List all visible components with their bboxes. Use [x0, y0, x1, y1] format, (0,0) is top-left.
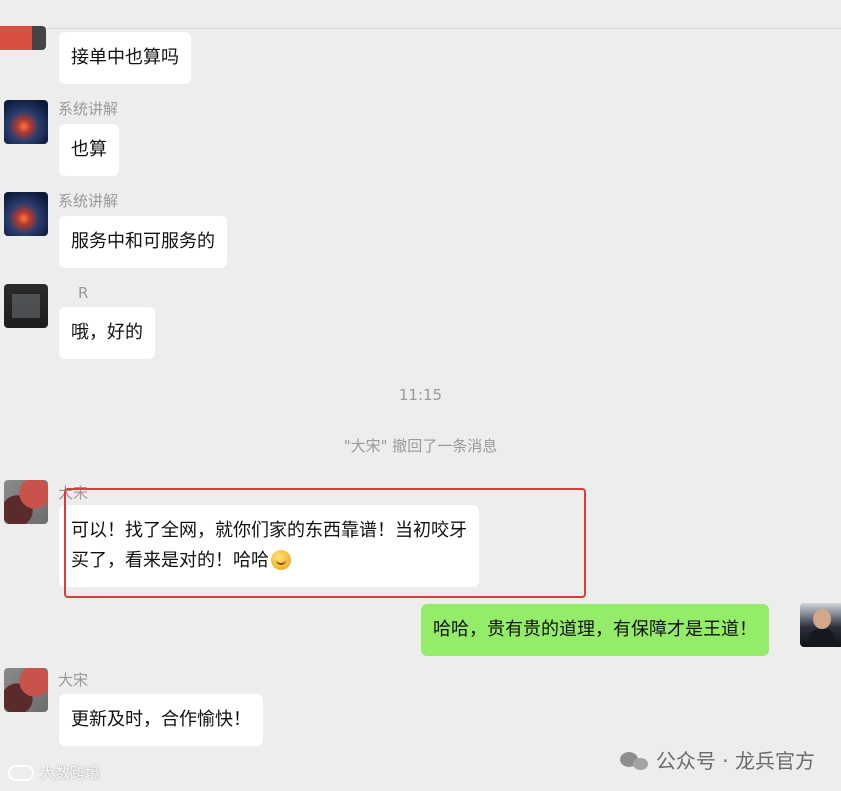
message-bubble[interactable]: 接单中也算吗: [59, 32, 191, 84]
sender-name: R: [78, 284, 89, 302]
avatar[interactable]: [800, 603, 841, 647]
sender-name: 系统讲解: [58, 100, 119, 118]
avatar[interactable]: [4, 100, 48, 144]
message-bubble[interactable]: 可以！找了全网，就你们家的东西靠谱！当初咬牙 买了，看来是对的！哈哈: [59, 505, 479, 587]
message-text: 也算: [71, 139, 107, 160]
grinning-emoji-icon: [271, 550, 291, 570]
message-bubble[interactable]: 哦，好的: [59, 307, 155, 359]
message-text: 服务中和可服务的: [71, 231, 215, 252]
avatar[interactable]: [4, 668, 48, 712]
avatar[interactable]: [4, 284, 48, 328]
sender-name: 大宋: [58, 671, 89, 689]
watermark-left-text: 大数跨境: [40, 764, 101, 782]
recall-notice: "大宋" 撤回了一条消息: [343, 437, 498, 455]
message-text-line-2-wrap: 买了，看来是对的！哈哈: [71, 546, 467, 576]
brand-watermark: 大数跨境: [8, 762, 100, 783]
message-text-line-2: 买了，看来是对的！哈哈: [71, 550, 269, 571]
official-account-watermark: 公众号 · 龙兵官方: [619, 749, 815, 773]
message-text: 哦，好的: [71, 322, 143, 343]
sender-name: 系统讲解: [58, 192, 119, 210]
watermark-right-text: 公众号 · 龙兵官方: [655, 749, 815, 773]
message-text: 接单中也算吗: [71, 47, 179, 68]
wechat-logo-icon: [619, 750, 648, 772]
message-text: 更新及时，合作愉快！: [71, 709, 251, 730]
message-text-line-1: 可以！找了全网，就你们家的东西靠谱！当初咬牙: [71, 520, 467, 541]
avatar[interactable]: [4, 192, 48, 236]
timestamp: 11:15: [398, 386, 443, 404]
message-text: 哈哈，贵有贵的道理，有保障才是王道！: [433, 619, 757, 640]
avatar[interactable]: [0, 26, 46, 50]
brand-logo-icon: [8, 764, 34, 781]
sender-name: 大宋: [58, 484, 89, 502]
message-bubble[interactable]: 也算: [59, 124, 119, 176]
message-bubble[interactable]: 服务中和可服务的: [59, 216, 227, 268]
message-bubble[interactable]: 哈哈，贵有贵的道理，有保障才是王道！: [421, 604, 769, 656]
top-divider: [0, 28, 841, 29]
message-bubble[interactable]: 更新及时，合作愉快！: [59, 694, 263, 746]
avatar[interactable]: [4, 480, 48, 524]
